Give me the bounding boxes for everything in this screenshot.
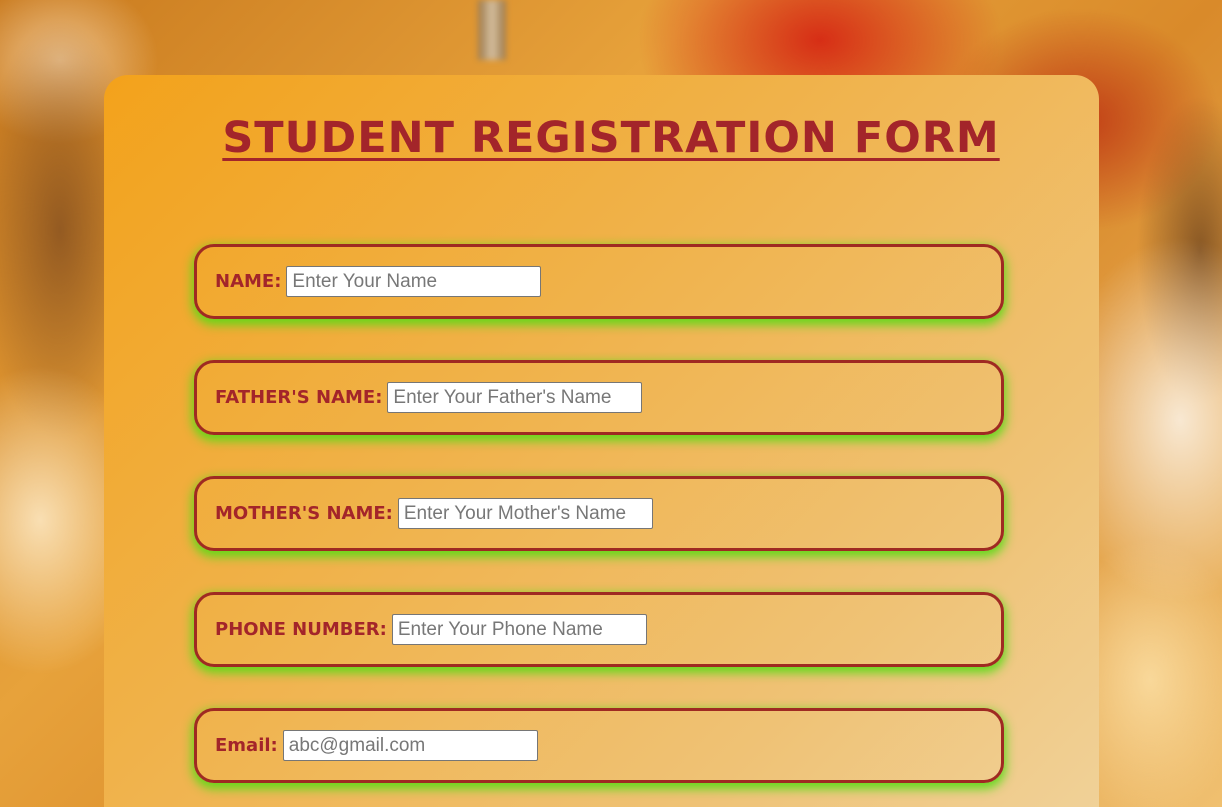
email-row: Email: bbox=[194, 708, 1004, 783]
fathers-name-input[interactable] bbox=[387, 382, 643, 413]
page-title: STUDENT REGISTRATION FORM bbox=[222, 113, 1000, 163]
fathers-name-row: FATHER'S NAME: bbox=[194, 360, 1004, 435]
email-label: Email: bbox=[215, 735, 278, 756]
registration-card bbox=[104, 75, 1099, 807]
name-input[interactable] bbox=[286, 266, 542, 297]
name-label: NAME: bbox=[215, 271, 282, 292]
fathers-name-label: FATHER'S NAME: bbox=[215, 387, 383, 408]
background-tree-trunk bbox=[478, 0, 506, 60]
mothers-name-label: MOTHER'S NAME: bbox=[215, 503, 393, 524]
phone-number-label: PHONE NUMBER: bbox=[215, 619, 387, 640]
mothers-name-input[interactable] bbox=[397, 498, 653, 529]
phone-number-input[interactable] bbox=[391, 614, 647, 645]
email-input[interactable] bbox=[282, 730, 538, 761]
phone-number-row: PHONE NUMBER: bbox=[194, 592, 1004, 667]
mothers-name-row: MOTHER'S NAME: bbox=[194, 476, 1004, 551]
name-row: NAME: bbox=[194, 244, 1004, 319]
